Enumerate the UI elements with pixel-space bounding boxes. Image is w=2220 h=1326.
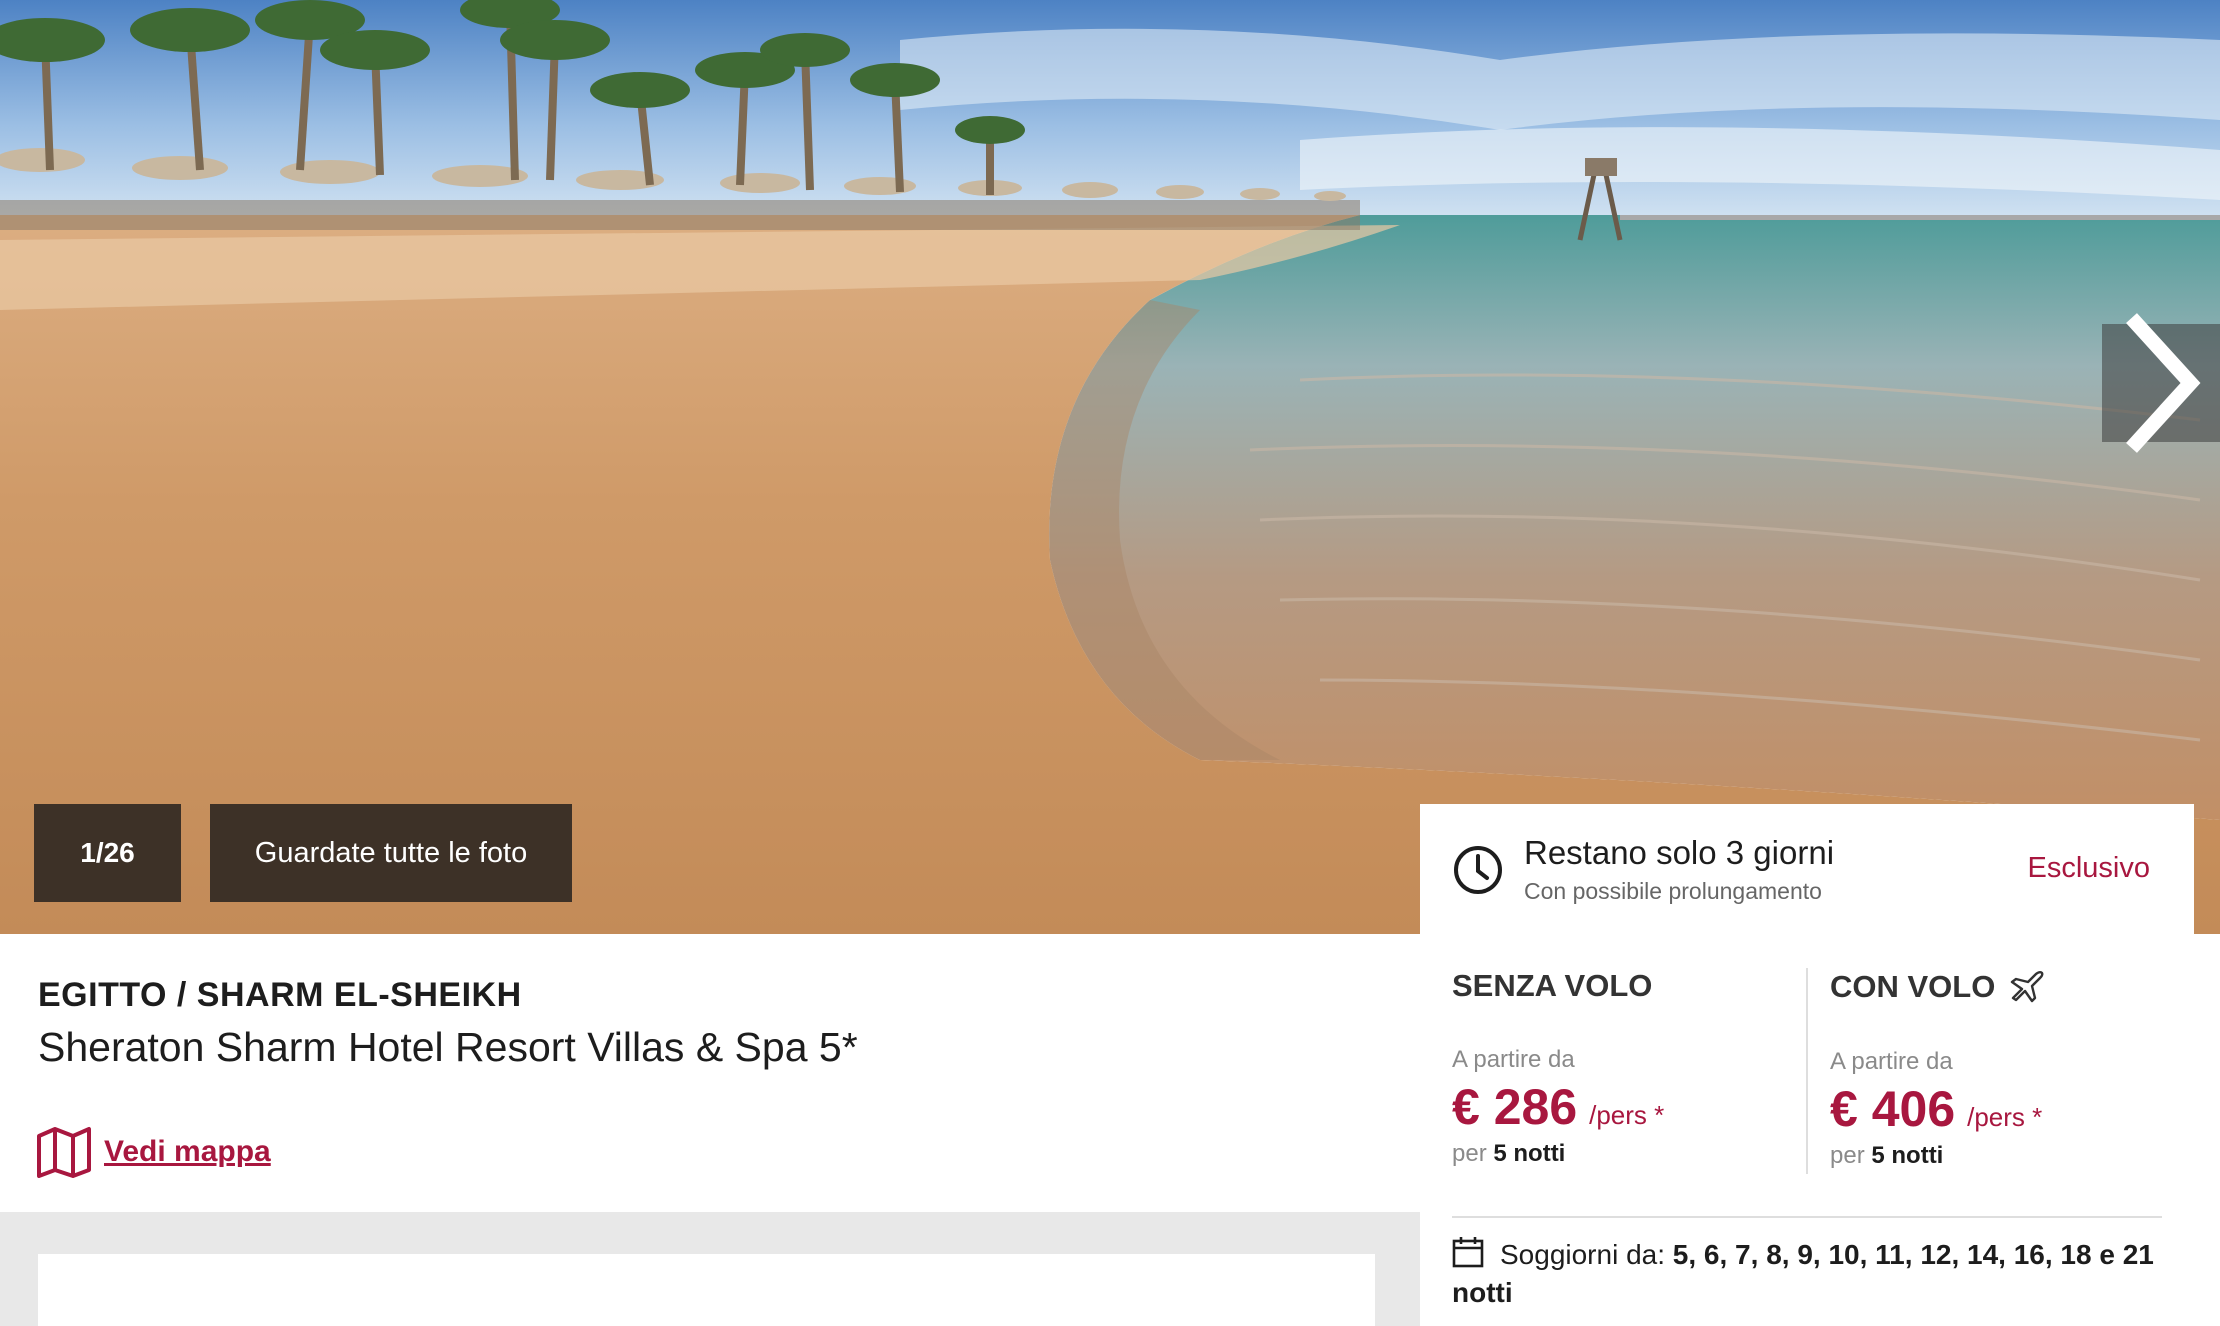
column-divider	[1806, 968, 1808, 1174]
per-label: per	[1452, 1140, 1487, 1167]
price-unit: /pers *	[1589, 1100, 1665, 1130]
nights-value: 5 notti	[1493, 1140, 1566, 1167]
beach-photo	[0, 0, 2220, 934]
price-value: € 286	[1452, 1079, 1578, 1135]
page: 1/26 Guardate tutte le foto EGITTO / SHA…	[0, 0, 2220, 1326]
from-label: A partire da	[1452, 1046, 1575, 1073]
destination-breadcrumb: EGITTO / SHARM EL-SHEIKH	[38, 976, 522, 1014]
hero-photo[interactable]: 1/26 Guardate tutte le foto	[0, 0, 2220, 934]
hotel-name: Sheraton Sharm Hotel Resort Villas & Spa…	[38, 1024, 858, 1070]
airplane-icon	[2011, 971, 2044, 1003]
photo-counter: 1/26	[34, 804, 181, 902]
with-flight-title: CON VOLO	[1830, 969, 1996, 1004]
per-label: per	[1830, 1142, 1865, 1169]
divider	[1452, 1216, 2162, 1218]
nights-value: 5 notti	[1871, 1142, 1944, 1169]
price-unit: /pers *	[1967, 1102, 2043, 1132]
map-icon	[37, 1127, 91, 1178]
without-flight-title: SENZA VOLO	[1452, 968, 1653, 1003]
booking-panel: Restano solo 3 giorni Con possibile prol…	[1420, 804, 2194, 1326]
view-all-photos-button[interactable]: Guardate tutte le foto	[210, 804, 572, 902]
price-without-flight[interactable]: SENZA VOLO A partire da € 286 /pers * pe…	[1452, 968, 1812, 1168]
calendar-icon	[1452, 1237, 1484, 1268]
extension-note: Con possibile prolungamento	[1524, 878, 1822, 904]
view-map-label: Vedi mappa	[104, 1135, 271, 1168]
exclusive-badge: Esclusivo	[2027, 852, 2151, 884]
chevron-right-icon	[2126, 313, 2201, 453]
remaining-days: Restano solo 3 giorni	[1524, 834, 1835, 871]
price-with-flight[interactable]: CON VOLO A partire da € 406 /pers * per …	[1830, 968, 2190, 1169]
offer-countdown: Restano solo 3 giorni Con possibile prol…	[1420, 804, 2194, 934]
hotel-info: EGITTO / SHARM EL-SHEIKH Sheraton Sharm …	[0, 934, 1420, 1212]
next-photo-button[interactable]	[2102, 313, 2220, 453]
price-value: € 406	[1830, 1081, 1956, 1137]
content-card	[38, 1254, 1375, 1326]
stays-label: Soggiorni da:	[1500, 1239, 1666, 1270]
view-map-link[interactable]: Vedi mappa	[36, 1126, 271, 1178]
stay-durations: Soggiorni da: 5, 6, 7, 8, 9, 10, 11, 12,…	[1452, 1236, 2172, 1312]
clock-icon	[1454, 846, 1502, 894]
from-label: A partire da	[1830, 1048, 1953, 1075]
